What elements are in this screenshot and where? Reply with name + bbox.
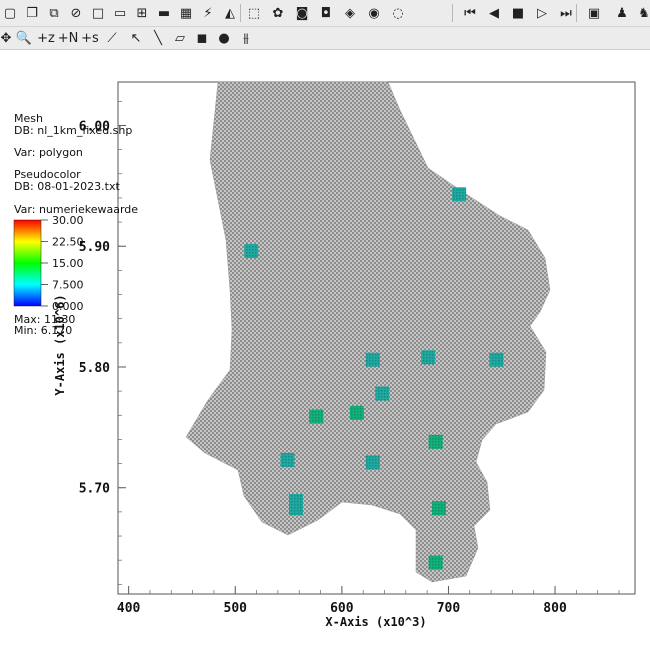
layout-1x3-icon[interactable]: ▬ — [154, 3, 174, 23]
presentation-icon[interactable]: ▣ — [584, 3, 604, 23]
play-icon[interactable]: ▷ — [532, 3, 552, 23]
x-tick-label: 400 — [117, 601, 141, 616]
rewind-icon[interactable]: ⏮ — [460, 3, 480, 23]
data-cell-texture — [489, 352, 504, 367]
data-cell-texture — [349, 405, 364, 420]
interaction-toolbar: ✥ 🔍 +z +N +s ⟋ ↖ ╲ ▱ ◼ ● ⫵ — [0, 27, 650, 50]
colorbar — [13, 219, 42, 307]
layout-1x1-icon[interactable]: □ — [88, 3, 108, 23]
data-cell-texture — [452, 187, 467, 202]
invert-background-icon[interactable]: ✿ — [268, 3, 288, 23]
save-image-icon[interactable]: ◙ — [292, 3, 312, 23]
data-cell-texture — [365, 455, 380, 470]
copy-window-icon[interactable]: ❐ — [22, 3, 42, 23]
user-icon[interactable]: ♟ — [612, 3, 632, 23]
lock-view-icon[interactable]: ⚡ — [198, 3, 218, 23]
colorbar-tick-label: 0.000 — [52, 300, 84, 313]
stop-icon[interactable]: ■ — [508, 3, 528, 23]
pseudocolor-legend-var: Var: numeriekewaarde — [14, 203, 139, 216]
camera-rotate-icon[interactable]: ◈ — [340, 3, 360, 23]
layout-1x2-icon[interactable]: ▭ — [110, 3, 130, 23]
layout-2x2-icon[interactable]: ⊞ — [132, 3, 152, 23]
lineout-icon[interactable]: ↖ — [126, 28, 146, 48]
data-cell-texture — [428, 555, 443, 570]
data-cell-texture — [431, 501, 446, 516]
data-cell-texture — [365, 352, 380, 367]
data-cell-texture — [244, 244, 259, 259]
colorbar-tick-label: 7.500 — [52, 279, 84, 292]
step-forward-icon[interactable]: ⏭ — [556, 3, 576, 23]
box-tool-icon[interactable]: ◼ — [192, 28, 212, 48]
zoom-icon[interactable]: 🔍 — [14, 28, 34, 48]
x-tick-label: 600 — [330, 601, 354, 616]
x-axis-label: X-Axis (x10^3) — [325, 615, 426, 629]
y-tick-label: 5.80 — [79, 361, 110, 376]
lock-time-icon[interactable]: ◭ — [220, 3, 240, 23]
zone-pick-icon[interactable]: +z — [36, 28, 56, 48]
curve-pick-icon[interactable]: ⟋ — [102, 28, 122, 48]
view-3d-box-icon[interactable]: ⬚ — [244, 3, 264, 23]
pseudocolor-legend-db: DB: 08-01-2023.txt — [14, 180, 120, 193]
plane-tool-icon[interactable]: ▱ — [170, 28, 190, 48]
mesh-legend-db: DB: nl_1km_fixed.shp — [14, 124, 133, 137]
spreadsheet-pick-icon[interactable]: +s — [80, 28, 100, 48]
people-icon[interactable]: ♞ — [634, 3, 650, 23]
legend-min: Min: 6.170 — [14, 324, 73, 337]
node-pick-icon[interactable]: +N — [58, 28, 79, 48]
clone-window-icon[interactable]: ⧉ — [44, 3, 64, 23]
x-tick-label: 800 — [543, 601, 567, 616]
camera-disabled-icon[interactable]: ◌ — [388, 3, 408, 23]
toolbar-separator — [576, 4, 577, 22]
data-cell-texture — [280, 452, 295, 467]
colorbar-tick-label: 15.00 — [52, 257, 84, 270]
data-cell-texture — [428, 434, 443, 449]
data-cell-texture — [375, 386, 390, 401]
toolbar-separator — [240, 4, 241, 22]
data-cell-texture — [421, 350, 436, 365]
toolbar-separator — [452, 4, 453, 22]
line-tool-icon[interactable]: ╲ — [148, 28, 168, 48]
layout-3x3-icon[interactable]: ▦ — [176, 3, 196, 23]
main-toolbar: ▢ ❐ ⧉ ⊘ □ ▭ ⊞ ▬ ▦ ⚡ ◭ ⬚ ✿ ◙ ◘ ◈ ◉ ◌ ⏮ ◀ ■ ▷ ⏭ ▣ ♟ ♞ — [0, 0, 650, 27]
delete-window-icon[interactable]: ⊘ — [66, 3, 86, 23]
camera-icon[interactable]: ◘ — [316, 3, 336, 23]
x-tick-label: 500 — [224, 601, 248, 616]
x-tick-label: 700 — [437, 601, 461, 616]
step-back-icon[interactable]: ◀ — [484, 3, 504, 23]
camera-multi-icon[interactable]: ◉ — [364, 3, 384, 23]
axis-restrict-icon[interactable]: ⫵ — [236, 28, 256, 48]
y-axis-ticks: 5.705.805.906.00 — [79, 100, 126, 585]
sphere-tool-icon[interactable]: ● — [214, 28, 234, 48]
y-tick-label: 5.70 — [79, 482, 110, 497]
colorbar-tick-label: 22.50 — [52, 236, 84, 249]
new-window-icon[interactable]: ▢ — [0, 3, 20, 23]
plot-area: 400 500 600 700 800 5.705.805.906.00 X-Axis … — [13, 81, 636, 629]
mesh-legend-var: Var: polygon — [14, 146, 83, 159]
data-cell-texture — [309, 409, 324, 424]
data-cell-texture — [289, 501, 304, 516]
